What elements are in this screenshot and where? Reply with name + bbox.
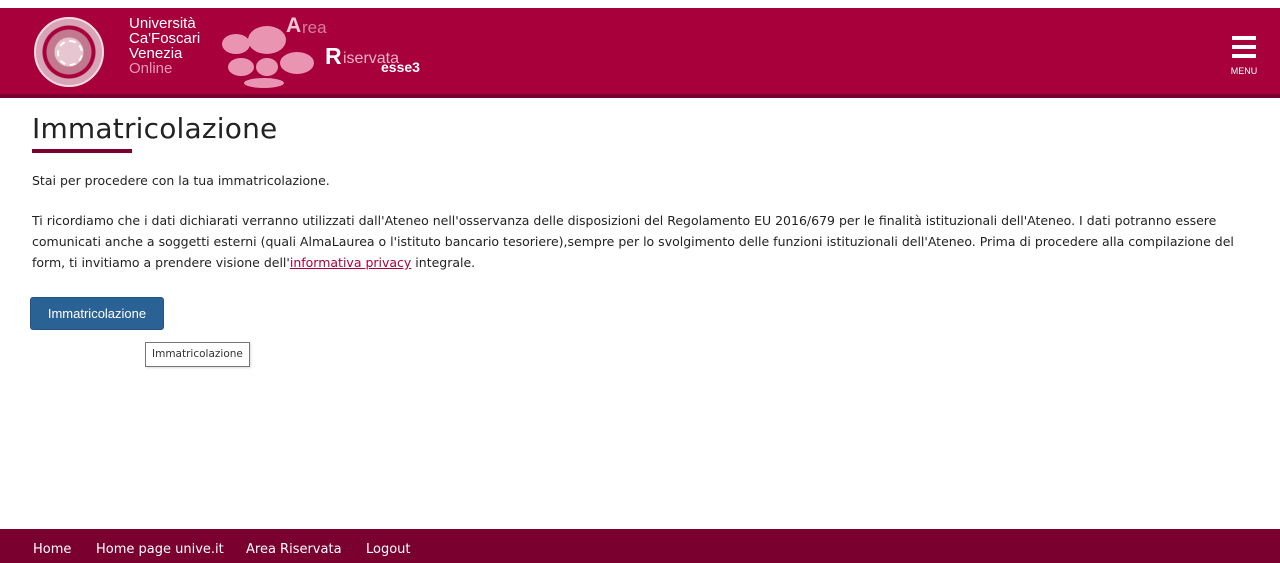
title-underline [32,149,132,153]
university-seal-logo[interactable] [34,17,104,87]
area-riservata-logo[interactable]: A rea R iservata esse3 [222,12,482,92]
university-name-line-4: Online [129,60,173,77]
hamburger-icon [1232,54,1256,58]
immatricolazione-button[interactable]: Immatricolazione [30,297,164,330]
university-name-line-3: Venezia [129,45,183,62]
intro-text: Stai per procedere con la tua immatricol… [32,173,330,188]
seal-center [57,40,83,66]
privacy-policy-link[interactable]: informativa privacy [290,255,411,270]
footer-link-home-page-unive[interactable]: Home page unive.it [96,529,224,563]
university-name-line-1: Università [129,15,196,32]
logo-esse3: esse3 [381,59,420,75]
university-name[interactable]: Università Ca'Foscari Venezia Online [129,16,200,76]
footer-link-logout[interactable]: Logout [366,529,411,563]
footer-link-home[interactable]: Home [33,529,71,563]
logo-letter-r: R [325,43,342,69]
button-tooltip: Immatricolazione [145,342,250,367]
hamburger-icon [1232,36,1256,40]
hamburger-icon [1232,45,1256,49]
footer-link-area-riservata[interactable]: Area Riservata [246,529,342,563]
header-bottom-border [0,94,1280,98]
logo-letters-rea: rea [302,18,327,37]
logo-letter-a: A [286,14,302,37]
privacy-notice-text-end: integrale. [411,255,476,270]
privacy-notice-text: Ti ricordiamo che i dati dichiarati verr… [32,213,1234,270]
logo-blob [280,52,314,74]
site-header: Università Ca'Foscari Venezia Online A r… [0,8,1280,94]
logo-blob [256,58,278,76]
top-strip [0,0,1280,8]
logo-blob [228,58,254,76]
menu-button[interactable]: MENU [1223,32,1265,82]
menu-label: MENU [1230,66,1258,76]
page-title: Immatricolazione [32,112,278,145]
university-name-line-2: Ca'Foscari [129,30,201,47]
site-footer: Home Home page unive.it Area Riservata L… [0,529,1280,563]
logo-blob [222,34,250,54]
logo-blob [244,78,284,88]
privacy-notice-paragraph: Ti ricordiamo che i dati dichiarati verr… [32,210,1262,273]
logo-blob [248,26,286,54]
